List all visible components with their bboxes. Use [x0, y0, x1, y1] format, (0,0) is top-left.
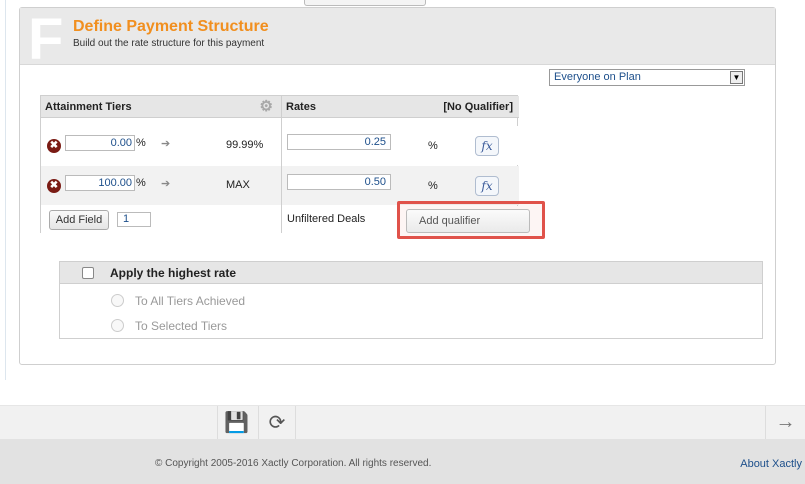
refresh-icon[interactable]: ⟳ — [258, 406, 296, 440]
tier-from-unit: % — [136, 177, 146, 189]
tier-row: ✖ 100.00 % ➔ MAX — [41, 166, 281, 205]
copyright-text: © Copyright 2005-2016 Xactly Corporation… — [155, 458, 432, 469]
radio-selected-tiers[interactable] — [111, 319, 124, 332]
tier-to-value: 99.99% — [226, 139, 264, 151]
chevron-down-icon[interactable]: ▼ — [730, 71, 743, 84]
arrow-right-icon: ➔ — [161, 138, 171, 150]
page-subtitle: Build out the rate structure for this pa… — [73, 38, 265, 49]
tier-from-unit: % — [136, 137, 146, 149]
about-link[interactable]: About Xactly — [740, 458, 802, 470]
footer: © Copyright 2005-2016 Xactly Corporation… — [0, 439, 805, 484]
highest-rate-label: Apply the highest rate — [110, 266, 237, 280]
tiers-footer: Add Field 1 — [41, 206, 281, 233]
rate-unit: % — [428, 180, 438, 192]
formula-button[interactable]: fx — [475, 136, 499, 156]
radio-all-tiers[interactable] — [111, 294, 124, 307]
attainment-tiers-header: Attainment Tiers ⚙ — [41, 96, 281, 118]
remove-tier-icon[interactable]: ✖ — [47, 179, 61, 193]
unfiltered-deals-label: Unfiltered Deals — [287, 213, 366, 225]
arrow-right-icon: ➔ — [161, 178, 171, 190]
panel-logo: F — [28, 7, 64, 72]
plan-select[interactable]: Everyone on Plan ▼ — [549, 69, 745, 86]
rate-row: 0.50 % fx — [282, 166, 519, 205]
page-title: Define Payment Structure — [73, 18, 269, 35]
rates-title: Rates — [286, 101, 316, 113]
remove-tier-icon[interactable]: ✖ — [47, 139, 61, 153]
rate-unit: % — [428, 140, 438, 152]
tier-from-input[interactable]: 100.00 — [65, 175, 135, 191]
highest-rate-panel: Apply the highest rate To All Tiers Achi… — [59, 261, 763, 339]
rate-input[interactable]: 0.50 — [287, 174, 391, 190]
panel-header: F Define Payment Structure Build out the… — [20, 7, 775, 72]
field-count-input[interactable]: 1 — [117, 212, 151, 227]
formula-button[interactable]: fx — [475, 176, 499, 196]
rate-row: 0.25 % fx — [282, 126, 519, 165]
rate-input[interactable]: 0.25 — [287, 134, 391, 150]
plan-select-value: Everyone on Plan — [554, 71, 641, 83]
bottom-toolbar: 💾 ⟳ → — [0, 405, 805, 440]
radio-all-tiers-label: To All Tiers Achieved — [135, 294, 246, 308]
gear-icon[interactable]: ⚙ — [260, 99, 273, 114]
arrow-right-icon[interactable]: → — [765, 406, 805, 440]
attainment-tiers-title: Attainment Tiers — [45, 101, 132, 113]
top-tab[interactable] — [304, 0, 426, 6]
tier-row: ✖ 0.00 % ➔ 99.99% — [41, 126, 281, 165]
highest-rate-header: Apply the highest rate — [60, 262, 762, 284]
save-icon[interactable]: 💾 — [217, 406, 255, 440]
rates-header: Rates [No Qualifier] — [282, 96, 519, 118]
add-qualifier-button[interactable]: Add qualifier — [406, 209, 530, 233]
left-divider — [5, 0, 6, 380]
highest-rate-checkbox[interactable] — [82, 267, 94, 279]
qualifier-label: [No Qualifier] — [443, 101, 513, 113]
radio-selected-tiers-label: To Selected Tiers — [135, 319, 228, 333]
tier-from-input[interactable]: 0.00 — [65, 135, 135, 151]
add-field-button[interactable]: Add Field — [49, 210, 109, 230]
tier-to-value: MAX — [226, 179, 250, 191]
attainment-tiers-column: Attainment Tiers ⚙ ✖ 0.00 % ➔ 99.99% ✖ 1… — [41, 96, 282, 233]
